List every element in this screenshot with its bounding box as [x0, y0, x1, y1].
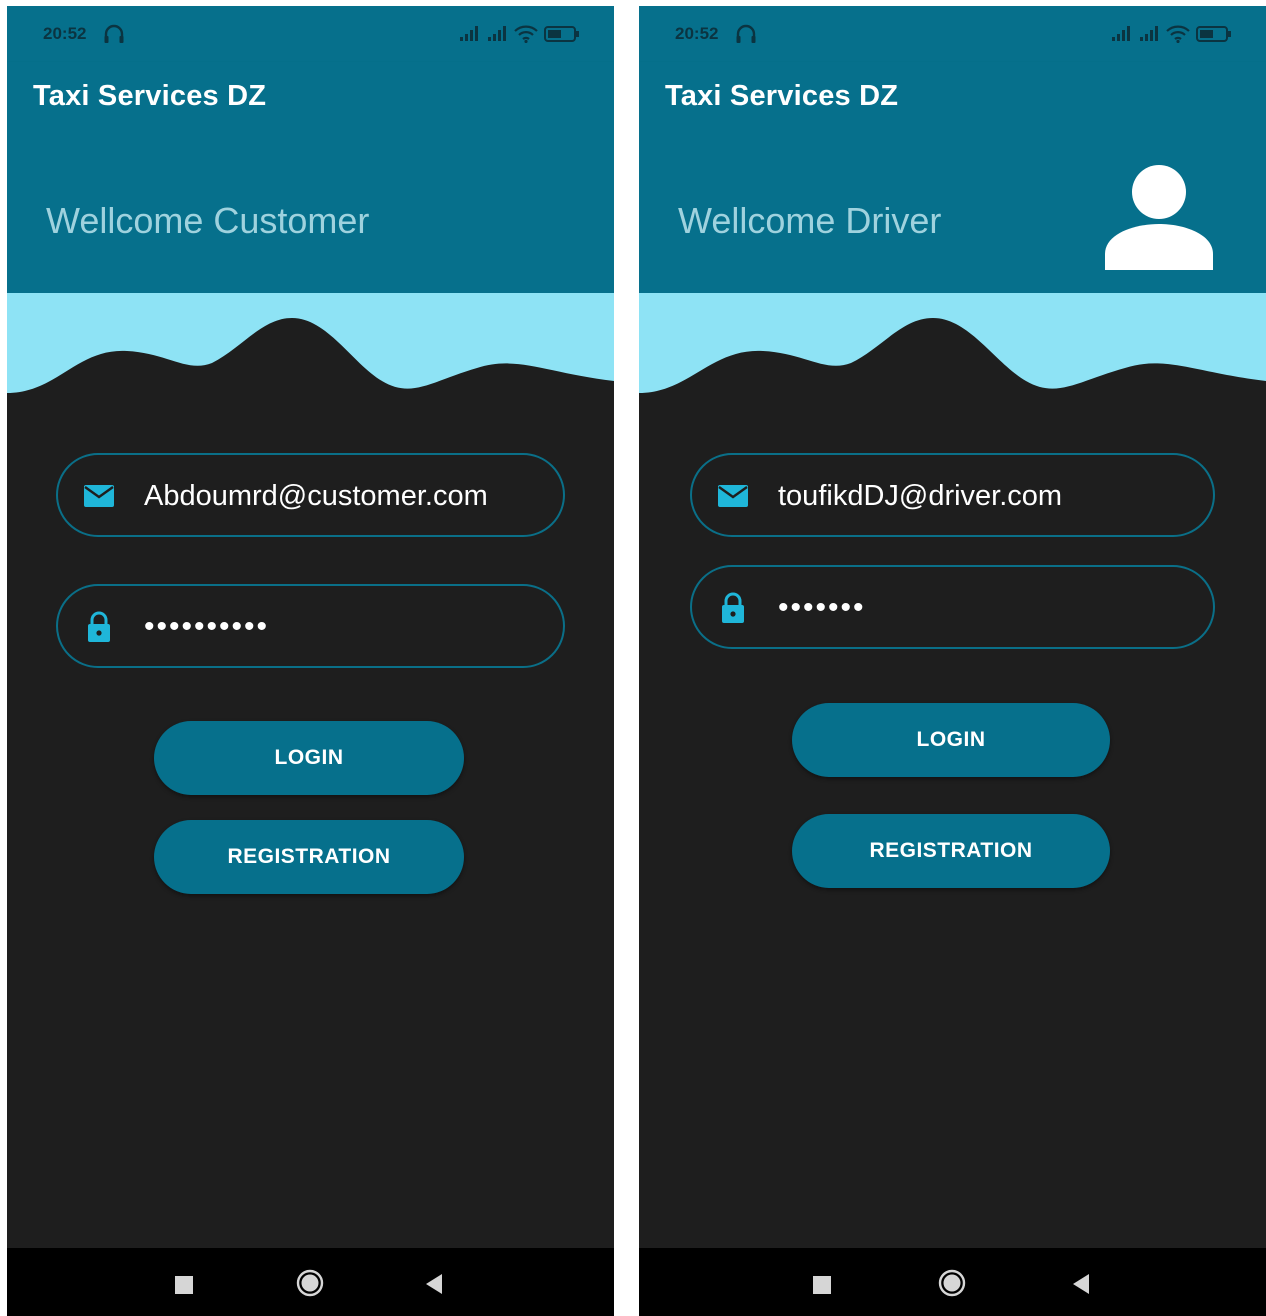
customer-login-screen: 20:52 Taxi Services DZ Wellcome Customer…	[7, 6, 614, 1316]
status-time: 20:52	[675, 24, 719, 43]
mail-icon	[718, 485, 748, 507]
navigation-bar	[639, 1248, 1266, 1316]
welcome-text: Wellcome Customer	[46, 200, 370, 241]
login-button[interactable]: LOGIN	[154, 721, 464, 795]
wave-decoration	[7, 293, 614, 403]
password-field[interactable]	[690, 565, 1215, 649]
signal-icon	[460, 26, 478, 41]
welcome-text: Wellcome Driver	[678, 200, 942, 241]
back-icon[interactable]	[424, 1273, 444, 1295]
battery-icon	[544, 26, 579, 42]
status-icons	[1110, 25, 1232, 43]
welcome-header: Wellcome Driver	[639, 140, 1266, 293]
mail-icon	[84, 485, 114, 507]
status-bar: 20:52	[7, 6, 614, 62]
password-field[interactable]	[56, 584, 565, 668]
app-bar: Taxi Services DZ	[7, 62, 614, 140]
wifi-icon	[514, 25, 538, 43]
signal-icon	[488, 26, 506, 41]
status-bar: 20:52	[639, 6, 1266, 62]
headset-icon	[736, 24, 756, 43]
status-time: 20:52	[43, 24, 87, 43]
wave-decoration	[639, 293, 1266, 403]
status-icons	[458, 25, 580, 43]
navigation-bar	[7, 1248, 614, 1316]
wifi-icon	[1166, 25, 1190, 43]
welcome-header: Wellcome Customer	[7, 140, 614, 293]
password-input[interactable]	[778, 585, 1183, 631]
password-input[interactable]	[144, 604, 533, 650]
app-title: Taxi Services DZ	[33, 80, 267, 112]
lock-icon	[722, 592, 744, 623]
signal-icon	[1112, 26, 1130, 41]
home-icon[interactable]	[938, 1269, 966, 1297]
email-input[interactable]	[144, 473, 533, 519]
registration-button[interactable]: REGISTRATION	[792, 814, 1110, 888]
back-icon[interactable]	[1071, 1273, 1091, 1295]
email-field[interactable]	[56, 453, 565, 537]
battery-icon	[1196, 26, 1231, 42]
login-button[interactable]: LOGIN	[792, 703, 1110, 777]
driver-login-screen: 20:52 Taxi Services DZ Wellcome Driver t…	[639, 6, 1266, 1316]
registration-button[interactable]: REGISTRATION	[154, 820, 464, 894]
user-avatar-icon	[1105, 165, 1213, 270]
email-input[interactable]	[778, 473, 1183, 519]
email-field[interactable]	[690, 453, 1215, 537]
app-title: Taxi Services DZ	[665, 80, 899, 112]
app-bar: Taxi Services DZ	[639, 62, 1266, 140]
home-icon[interactable]	[296, 1269, 324, 1297]
recent-apps-icon[interactable]	[175, 1276, 193, 1294]
signal-icon	[1140, 26, 1158, 41]
recent-apps-icon[interactable]	[813, 1276, 831, 1294]
headset-icon	[104, 24, 124, 43]
lock-icon	[88, 611, 110, 642]
